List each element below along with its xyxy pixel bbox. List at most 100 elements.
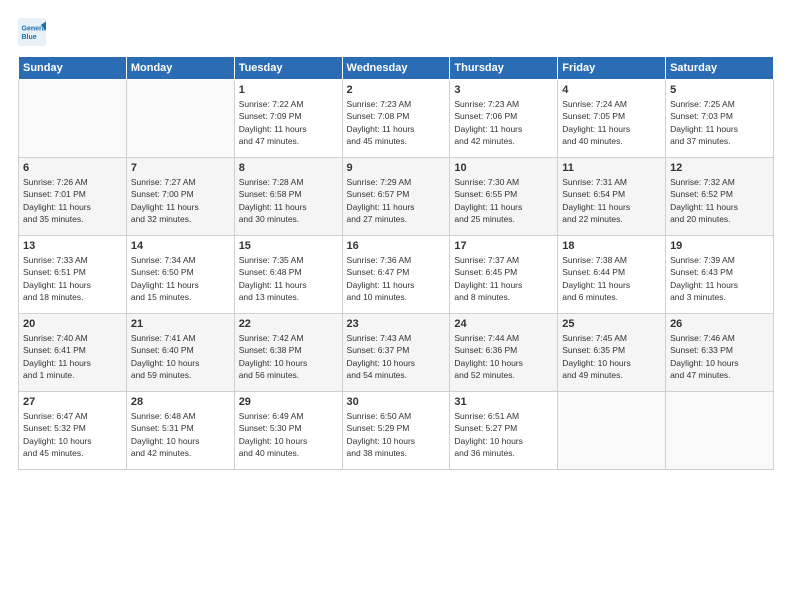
calendar-cell: 13 Sunrise: 7:33 AM Sunset: 6:51 PM Dayli… bbox=[19, 236, 127, 314]
day-number: 4 bbox=[562, 84, 661, 96]
header-cell-saturday: Saturday bbox=[666, 57, 774, 80]
day-number: 11 bbox=[562, 162, 661, 174]
cell-details: Sunrise: 7:22 AM Sunset: 7:09 PM Dayligh… bbox=[239, 98, 338, 147]
cell-details: Sunrise: 6:51 AM Sunset: 5:27 PM Dayligh… bbox=[454, 410, 553, 459]
cell-details: Sunrise: 6:47 AM Sunset: 5:32 PM Dayligh… bbox=[23, 410, 122, 459]
cell-details: Sunrise: 7:43 AM Sunset: 6:37 PM Dayligh… bbox=[347, 332, 446, 381]
cell-details: Sunrise: 6:49 AM Sunset: 5:30 PM Dayligh… bbox=[239, 410, 338, 459]
day-number: 1 bbox=[239, 84, 338, 96]
calendar-cell: 26Sunrise: 7:46 AM Sunset: 6:33 PM Dayli… bbox=[666, 314, 774, 392]
day-number: 29 bbox=[239, 396, 338, 408]
calendar-cell bbox=[126, 80, 234, 158]
calendar-cell bbox=[19, 80, 127, 158]
calendar-cell: 3 Sunrise: 7:23 AM Sunset: 7:06 PM Daylig… bbox=[450, 80, 558, 158]
cell-details: Sunrise: 7:27 AM Sunset: 7:00 PM Dayligh… bbox=[131, 176, 230, 225]
day-number: 23 bbox=[347, 318, 446, 330]
header-cell-monday: Monday bbox=[126, 57, 234, 80]
day-number: 5 bbox=[670, 84, 769, 96]
calendar-cell: 27 Sunrise: 6:47 AM Sunset: 5:32 PM Dayli… bbox=[19, 392, 127, 470]
calendar-cell bbox=[558, 392, 666, 470]
calendar-cell: 28 Sunrise: 6:48 AM Sunset: 5:31 PM Dayli… bbox=[126, 392, 234, 470]
cell-details: Sunrise: 7:34 AM Sunset: 6:50 PM Dayligh… bbox=[131, 254, 230, 303]
day-number: 22 bbox=[239, 318, 338, 330]
day-number: 28 bbox=[131, 396, 230, 408]
cell-details: Sunrise: 7:44 AM Sunset: 6:36 PM Dayligh… bbox=[454, 332, 553, 381]
calendar-cell: 1 Sunrise: 7:22 AM Sunset: 7:09 PM Daylig… bbox=[234, 80, 342, 158]
calendar-cell: 6Sunrise: 7:26 AM Sunset: 7:01 PM Daylig… bbox=[19, 158, 127, 236]
calendar-cell: 15 Sunrise: 7:35 AM Sunset: 6:48 PM Dayli… bbox=[234, 236, 342, 314]
day-number: 13 bbox=[23, 240, 122, 252]
calendar-row: 1 Sunrise: 7:22 AM Sunset: 7:09 PM Daylig… bbox=[19, 80, 774, 158]
calendar-cell: 7 Sunrise: 7:27 AM Sunset: 7:00 PM Daylig… bbox=[126, 158, 234, 236]
header-cell-sunday: Sunday bbox=[19, 57, 127, 80]
calendar-cell: 5 Sunrise: 7:25 AM Sunset: 7:03 PM Daylig… bbox=[666, 80, 774, 158]
cell-details: Sunrise: 6:48 AM Sunset: 5:31 PM Dayligh… bbox=[131, 410, 230, 459]
calendar-cell: 18 Sunrise: 7:38 AM Sunset: 6:44 PM Dayli… bbox=[558, 236, 666, 314]
calendar-cell: 23 Sunrise: 7:43 AM Sunset: 6:37 PM Dayli… bbox=[342, 314, 450, 392]
day-number: 14 bbox=[131, 240, 230, 252]
cell-details: Sunrise: 7:41 AM Sunset: 6:40 PM Dayligh… bbox=[131, 332, 230, 381]
calendar-cell: 9 Sunrise: 7:29 AM Sunset: 6:57 PM Daylig… bbox=[342, 158, 450, 236]
cell-details: Sunrise: 7:24 AM Sunset: 7:05 PM Dayligh… bbox=[562, 98, 661, 147]
day-number: 2 bbox=[347, 84, 446, 96]
day-number: 16 bbox=[347, 240, 446, 252]
cell-details: Sunrise: 7:23 AM Sunset: 7:06 PM Dayligh… bbox=[454, 98, 553, 147]
calendar-row: 6Sunrise: 7:26 AM Sunset: 7:01 PM Daylig… bbox=[19, 158, 774, 236]
calendar-cell: 16 Sunrise: 7:36 AM Sunset: 6:47 PM Dayli… bbox=[342, 236, 450, 314]
calendar-cell: 25Sunrise: 7:45 AM Sunset: 6:35 PM Dayli… bbox=[558, 314, 666, 392]
calendar-page: General Blue SundayMondayTuesdayWednesda… bbox=[0, 0, 792, 612]
cell-details: Sunrise: 7:38 AM Sunset: 6:44 PM Dayligh… bbox=[562, 254, 661, 303]
calendar-row: 13 Sunrise: 7:33 AM Sunset: 6:51 PM Dayli… bbox=[19, 236, 774, 314]
day-number: 20 bbox=[23, 318, 122, 330]
header-row: SundayMondayTuesdayWednesdayThursdayFrid… bbox=[19, 57, 774, 80]
day-number: 3 bbox=[454, 84, 553, 96]
day-number: 30 bbox=[347, 396, 446, 408]
header-cell-thursday: Thursday bbox=[450, 57, 558, 80]
calendar-cell: 21 Sunrise: 7:41 AM Sunset: 6:40 PM Dayli… bbox=[126, 314, 234, 392]
calendar-cell: 19 Sunrise: 7:39 AM Sunset: 6:43 PM Dayli… bbox=[666, 236, 774, 314]
cell-details: Sunrise: 7:35 AM Sunset: 6:48 PM Dayligh… bbox=[239, 254, 338, 303]
logo-icon: General Blue bbox=[18, 18, 46, 46]
cell-details: Sunrise: 7:28 AM Sunset: 6:58 PM Dayligh… bbox=[239, 176, 338, 225]
calendar-cell: 24 Sunrise: 7:44 AM Sunset: 6:36 PM Dayli… bbox=[450, 314, 558, 392]
day-number: 31 bbox=[454, 396, 553, 408]
day-number: 19 bbox=[670, 240, 769, 252]
day-number: 10 bbox=[454, 162, 553, 174]
header: General Blue bbox=[18, 18, 774, 46]
calendar-table: SundayMondayTuesdayWednesdayThursdayFrid… bbox=[18, 56, 774, 470]
cell-details: Sunrise: 7:25 AM Sunset: 7:03 PM Dayligh… bbox=[670, 98, 769, 147]
cell-details: Sunrise: 7:40 AM Sunset: 6:41 PM Dayligh… bbox=[23, 332, 122, 381]
cell-details: Sunrise: 7:39 AM Sunset: 6:43 PM Dayligh… bbox=[670, 254, 769, 303]
calendar-row: 20 Sunrise: 7:40 AM Sunset: 6:41 PM Dayli… bbox=[19, 314, 774, 392]
cell-details: Sunrise: 7:29 AM Sunset: 6:57 PM Dayligh… bbox=[347, 176, 446, 225]
calendar-cell: 10Sunrise: 7:30 AM Sunset: 6:55 PM Dayli… bbox=[450, 158, 558, 236]
cell-details: Sunrise: 7:33 AM Sunset: 6:51 PM Dayligh… bbox=[23, 254, 122, 303]
day-number: 24 bbox=[454, 318, 553, 330]
calendar-cell: 22Sunrise: 7:42 AM Sunset: 6:38 PM Dayli… bbox=[234, 314, 342, 392]
calendar-row: 27 Sunrise: 6:47 AM Sunset: 5:32 PM Dayli… bbox=[19, 392, 774, 470]
day-number: 8 bbox=[239, 162, 338, 174]
calendar-cell: 12Sunrise: 7:32 AM Sunset: 6:52 PM Dayli… bbox=[666, 158, 774, 236]
day-number: 12 bbox=[670, 162, 769, 174]
day-number: 21 bbox=[131, 318, 230, 330]
day-number: 18 bbox=[562, 240, 661, 252]
calendar-cell: 20 Sunrise: 7:40 AM Sunset: 6:41 PM Dayli… bbox=[19, 314, 127, 392]
day-number: 25 bbox=[562, 318, 661, 330]
calendar-cell: 31 Sunrise: 6:51 AM Sunset: 5:27 PM Dayli… bbox=[450, 392, 558, 470]
calendar-cell: 29 Sunrise: 6:49 AM Sunset: 5:30 PM Dayli… bbox=[234, 392, 342, 470]
header-cell-wednesday: Wednesday bbox=[342, 57, 450, 80]
day-number: 17 bbox=[454, 240, 553, 252]
day-number: 15 bbox=[239, 240, 338, 252]
cell-details: Sunrise: 7:46 AM Sunset: 6:33 PM Dayligh… bbox=[670, 332, 769, 381]
cell-details: Sunrise: 7:36 AM Sunset: 6:47 PM Dayligh… bbox=[347, 254, 446, 303]
cell-details: Sunrise: 6:50 AM Sunset: 5:29 PM Dayligh… bbox=[347, 410, 446, 459]
calendar-cell: 14 Sunrise: 7:34 AM Sunset: 6:50 PM Dayli… bbox=[126, 236, 234, 314]
day-number: 6 bbox=[23, 162, 122, 174]
logo: General Blue bbox=[18, 18, 50, 46]
cell-details: Sunrise: 7:31 AM Sunset: 6:54 PM Dayligh… bbox=[562, 176, 661, 225]
day-number: 7 bbox=[131, 162, 230, 174]
calendar-cell: 30 Sunrise: 6:50 AM Sunset: 5:29 PM Dayli… bbox=[342, 392, 450, 470]
calendar-cell: 11 Sunrise: 7:31 AM Sunset: 6:54 PM Dayli… bbox=[558, 158, 666, 236]
day-number: 27 bbox=[23, 396, 122, 408]
day-number: 9 bbox=[347, 162, 446, 174]
